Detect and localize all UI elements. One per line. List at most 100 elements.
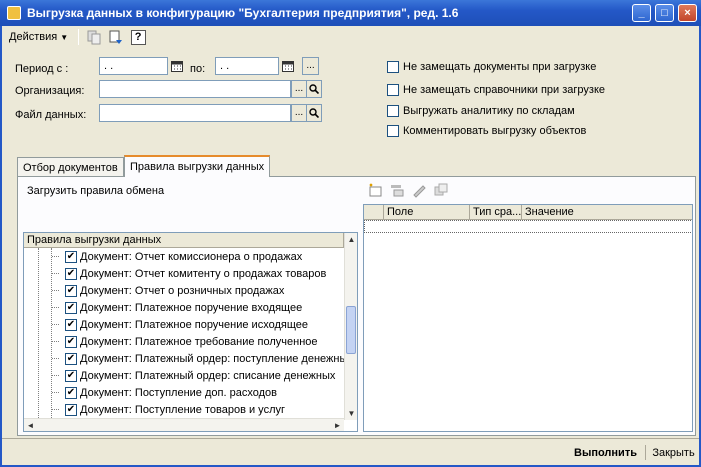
tree-connector [52, 273, 59, 274]
period-select-button[interactable]: ... [302, 57, 319, 75]
scroll-down-icon[interactable]: ▼ [345, 407, 357, 420]
copy-icon[interactable] [85, 28, 103, 46]
tree-connector [52, 375, 59, 376]
bottom-bar: Выполнить Закрыть [2, 438, 699, 465]
close-button[interactable]: Закрыть [650, 444, 697, 461]
params-empty-row[interactable] [364, 220, 692, 233]
params-grid[interactable]: Поле Тип сра... Значение [363, 204, 693, 432]
tree-connector [52, 358, 59, 359]
checkbox[interactable]: ✔ [65, 301, 77, 314]
minimize-button[interactable]: _ [632, 4, 651, 22]
tree-row[interactable]: ✔ Документ: Платежный ордер: поступление … [24, 350, 353, 367]
checkbox[interactable] [387, 61, 399, 73]
period-from-label: Период с : [15, 63, 69, 75]
file-input[interactable] [99, 104, 291, 122]
calendar-icon[interactable] [280, 58, 296, 74]
checkbox[interactable] [387, 105, 399, 117]
checkbox[interactable]: ✔ [65, 267, 77, 280]
load-rules-link[interactable]: Загрузить правила обмена [27, 185, 164, 197]
title-bar: Выгрузка данных в конфигурацию "Бухгалте… [0, 0, 701, 26]
organization-input[interactable] [99, 80, 291, 98]
tree-row[interactable]: ✔ Документ: Отчет о розничных продажах [24, 282, 284, 299]
checkbox[interactable]: ✔ [65, 352, 77, 365]
add-child-row-icon[interactable] [389, 182, 405, 201]
tree-row[interactable]: ✔ Документ: Платежный ордер: списание ден… [24, 367, 335, 384]
window-title: Выгрузка данных в конфигурацию "Бухгалте… [27, 6, 459, 20]
checkbox[interactable]: ✔ [65, 284, 77, 297]
calendar-icon[interactable] [169, 58, 185, 74]
file-search-button[interactable] [306, 104, 322, 122]
tree-row[interactable]: ✔ Документ: Отчет комиссионера о продажах [24, 248, 302, 265]
tab-label: Отбор документов [23, 161, 118, 174]
export-rules-panel: Загрузить правила обмена Правила выгрузк… [17, 176, 696, 436]
tree-connector [52, 256, 59, 257]
scroll-left-icon[interactable]: ◄ [24, 419, 37, 431]
scroll-right-icon[interactable]: ► [331, 419, 344, 431]
tree-connector [52, 392, 59, 393]
tab-document-filter[interactable]: Отбор документов [17, 157, 124, 177]
close-window-button[interactable]: × [678, 4, 697, 22]
checkbox[interactable]: ✔ [65, 386, 77, 399]
tree-connector [52, 324, 59, 325]
app-icon [7, 6, 21, 20]
period-to-input[interactable]: . . [215, 57, 279, 75]
tree-row-label: Документ: Поступление товаров и услуг [80, 403, 285, 416]
run-button[interactable]: Выполнить [568, 444, 643, 461]
scroll-thumb[interactable] [346, 306, 356, 354]
move-icon[interactable] [107, 28, 125, 46]
tree-row[interactable]: ✔ Документ: Отчет комитенту о продажах то… [24, 265, 326, 282]
tree-connector [52, 409, 59, 410]
tree-row-label: Документ: Отчет комитенту о продажах тов… [80, 267, 327, 280]
search-icon [309, 108, 319, 118]
tree-row[interactable]: ✔ Документ: Поступление доп. расходов [24, 384, 277, 401]
option-export-warehouse-analytics[interactable]: Выгружать аналитику по складам [387, 105, 575, 117]
add-row-icon[interactable] [367, 182, 383, 201]
actions-menu-label: Действия [9, 31, 58, 43]
option-label: Комментировать выгрузку объектов [403, 125, 587, 137]
rules-tree-hscroll[interactable]: ◄ ► [24, 418, 344, 431]
toolbar-separator [78, 29, 80, 45]
checkbox[interactable] [387, 84, 399, 96]
help-icon[interactable]: ? [129, 28, 147, 46]
checkbox[interactable]: ✔ [65, 369, 77, 382]
rules-tree[interactable]: Правила выгрузки данных ✔ Документ: Отчет… [23, 232, 358, 432]
rules-tree-vscroll[interactable]: ▲ ▼ [344, 233, 357, 420]
checkbox[interactable]: ✔ [65, 318, 77, 331]
organization-search-button[interactable] [306, 80, 322, 98]
file-select-button[interactable]: ... [291, 104, 307, 122]
period-to-label: по: [190, 63, 206, 75]
tree-row-label: Документ: Платежный ордер: поступление д… [80, 352, 353, 365]
option-comment-export[interactable]: Комментировать выгрузку объектов [387, 125, 586, 137]
tree-row[interactable]: ✔ Документ: Платежное требование полученн… [24, 333, 318, 350]
actions-menu[interactable]: Действия ▼ [5, 28, 72, 46]
dialog-body: Действия ▼ ? Период с : . . по: . . ... … [0, 26, 701, 467]
rules-tree-header: Правила выгрузки данных [24, 233, 344, 248]
tree-row-label: Документ: Платежное поручение входящее [80, 301, 303, 314]
tree-row[interactable]: ✔ Документ: Платежное поручение входящее [24, 299, 302, 316]
option-no-replace-catalogs[interactable]: Не замещать справочники при загрузке [387, 84, 605, 96]
tree-connector [52, 290, 59, 291]
tree-connector [52, 307, 59, 308]
params-col-field[interactable]: Поле [384, 205, 470, 220]
tab-export-rules[interactable]: Правила выгрузки данных [124, 155, 271, 177]
params-col-marker [364, 205, 384, 220]
option-label: Не замещать справочники при загрузке [403, 84, 606, 96]
tree-row[interactable]: ✔ Документ: Платежное поручение исходящее [24, 316, 308, 333]
tree-row-label: Документ: Отчет о розничных продажах [80, 284, 285, 297]
organization-select-button[interactable]: ... [291, 80, 307, 98]
maximize-button[interactable]: □ [655, 4, 674, 22]
period-from-input[interactable]: . . [99, 57, 168, 75]
checkbox[interactable]: ✔ [65, 403, 77, 416]
params-col-value[interactable]: Значение [522, 205, 692, 220]
option-no-replace-documents[interactable]: Не замещать документы при загрузке [387, 61, 596, 73]
checkbox[interactable] [387, 125, 399, 137]
tree-row[interactable]: ✔ Документ: Поступление товаров и услуг [24, 401, 285, 418]
checkbox[interactable]: ✔ [65, 335, 77, 348]
checkbox[interactable]: ✔ [65, 250, 77, 263]
tree-connector [52, 341, 59, 342]
edit-row-icon[interactable] [411, 182, 427, 201]
scroll-up-icon[interactable]: ▲ [345, 233, 357, 246]
delete-row-icon[interactable] [433, 182, 449, 201]
params-col-compare-type[interactable]: Тип сра... [470, 205, 522, 220]
tree-row-label: Документ: Платежное поручение исходящее [80, 318, 308, 331]
